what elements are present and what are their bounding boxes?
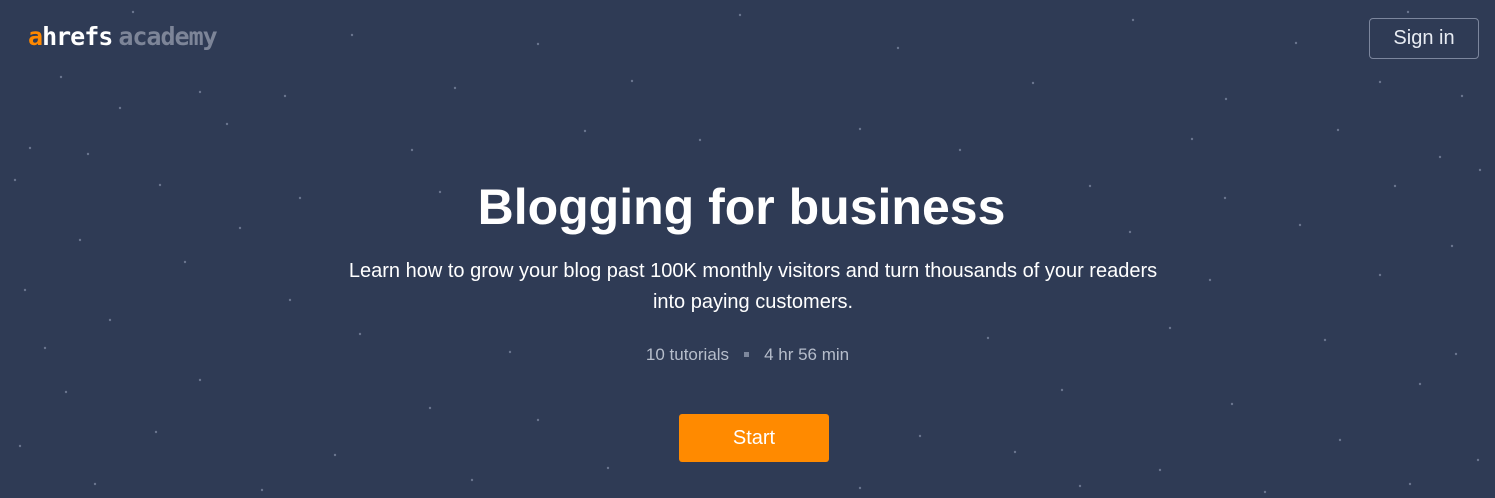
meta-separator bbox=[744, 352, 750, 358]
course-description: Learn how to grow your blog past 100K mo… bbox=[348, 260, 1158, 313]
tutorial-count: 10 tutorials bbox=[645, 345, 730, 364]
logo-a: a bbox=[28, 22, 43, 51]
logo-hrefs: hrefs bbox=[42, 22, 113, 51]
page-title: Blogging for business bbox=[477, 179, 1006, 235]
course-duration: 4 hr 56 min bbox=[764, 345, 850, 364]
logo-academy: academy bbox=[118, 22, 217, 51]
course-meta: 10 tutorials 4 hr 56 min bbox=[0, 343, 1495, 367]
start-button[interactable]: Start bbox=[679, 414, 829, 462]
ahrefs-academy-logo[interactable]: a hrefs academy bbox=[28, 22, 218, 52]
sign-in-button[interactable]: Sign in bbox=[1369, 18, 1479, 59]
